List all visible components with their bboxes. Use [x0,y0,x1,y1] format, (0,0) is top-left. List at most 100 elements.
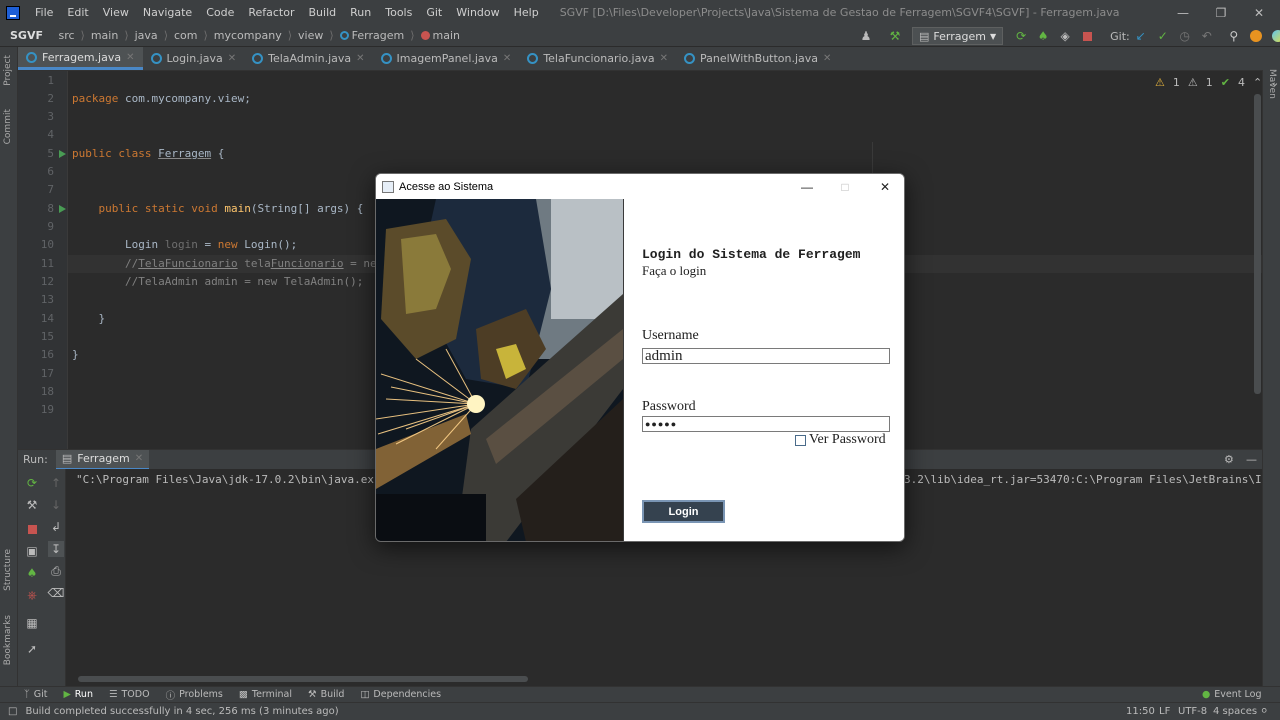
login-button[interactable]: Login [642,500,725,523]
show-password-label[interactable]: Ver Password [809,432,886,448]
close-tab-icon[interactable]: ✕ [356,53,364,64]
close-tab-icon[interactable]: ✕ [823,53,831,64]
menu-view[interactable]: View [96,0,136,25]
git-history-icon[interactable]: ◷ [1177,28,1193,44]
menu-window[interactable]: Window [449,0,506,25]
problems-tool-tab[interactable]: ⓘ Problems [166,688,223,702]
minimize-icon[interactable]: — [1164,0,1202,25]
close-icon[interactable]: ✕ [866,174,904,199]
git-rollback-icon[interactable]: ↶ [1199,28,1215,44]
menu-help[interactable]: Help [507,0,546,25]
breadcrumb-java[interactable]: java [135,29,158,42]
project-tool-button[interactable]: Project [3,55,13,86]
breadcrumb-main[interactable]: main [91,29,118,42]
build-tool-tab[interactable]: ⚒ Build [308,689,344,700]
plugins-icon[interactable] [1270,28,1280,44]
stop-icon[interactable] [1079,28,1095,44]
close-tab-icon[interactable]: ✕ [503,53,511,64]
debug-icon[interactable]: ♠ [1035,28,1051,44]
gear-icon[interactable]: ⚙ [1224,453,1234,466]
exit-icon[interactable]: ⎈ [24,587,40,603]
lock-icon[interactable]: ⚪ [1260,706,1268,717]
camera-icon[interactable]: ▣ [24,543,40,559]
tab-ferragem-java[interactable]: Ferragem.java ✕ [18,47,143,70]
pin-icon[interactable]: ➚ [24,641,40,657]
close-icon[interactable]: ✕ [1240,0,1278,25]
menu-tools[interactable]: Tools [378,0,419,25]
close-tab-icon[interactable]: ✕ [228,53,236,64]
breadcrumb-project[interactable]: SGVF [10,29,43,42]
scroll-to-end-icon[interactable]: ↧ [48,541,64,557]
maximize-icon[interactable]: ❐ [1202,0,1240,25]
updates-icon[interactable] [1248,28,1264,44]
coverage-icon[interactable]: ◈ [1057,28,1073,44]
tab-panelwithbutton-java[interactable]: PanelWithButton.java ✕ [676,47,839,70]
close-tab-icon[interactable]: ✕ [126,52,134,63]
user-icon[interactable]: ♟ [858,28,874,44]
menu-refactor[interactable]: Refactor [241,0,301,25]
dependencies-tool-tab[interactable]: ◫ Dependencies [360,689,441,700]
menu-git[interactable]: Git [419,0,449,25]
breadcrumb-com[interactable]: com [174,29,198,42]
run-class-icon[interactable] [59,150,66,158]
username-field[interactable]: admin [642,348,890,364]
event-log-tab[interactable]: ● Event Log [1202,689,1262,700]
tab-telafuncionario-java[interactable]: TelaFuncionario.java ✕ [519,47,676,70]
run-configuration-select[interactable]: ▤ Ferragem ▼ [912,27,1004,45]
status-layout-icon[interactable]: □ [8,706,17,717]
tab-telaadmin-java[interactable]: TelaAdmin.java ✕ [244,47,372,70]
run-tab-ferragem[interactable]: ▤ Ferragem ✕ [55,449,150,470]
show-password-checkbox[interactable] [795,435,806,446]
down-arrow-icon[interactable]: ↓ [48,497,64,513]
tab-imagempanel-java[interactable]: ImagemPanel.java ✕ [373,47,520,70]
breadcrumb-mycompany[interactable]: mycompany [214,29,282,42]
indent-setting[interactable]: 4 spaces [1213,706,1257,717]
menu-build[interactable]: Build [302,0,344,25]
structure-tool-button[interactable]: Structure [3,549,13,591]
menu-edit[interactable]: Edit [60,0,95,25]
chevron-up-icon[interactable]: ⌃ [1253,76,1262,89]
close-tab-icon[interactable]: ✕ [135,453,143,464]
git-tool-tab[interactable]: ᛉ Git [24,689,47,700]
rerun-icon[interactable]: ⟳ [24,475,40,491]
stop-icon[interactable] [24,521,40,537]
trash-icon[interactable]: ⌫ [48,585,65,601]
status-message[interactable]: Build completed successfully in 4 sec, 2… [25,706,338,717]
breadcrumb-view[interactable]: view [298,29,323,42]
breadcrumb-method[interactable]: main [433,29,460,42]
run-main-icon[interactable] [59,205,66,213]
tab-login-java[interactable]: Login.java ✕ [143,47,245,70]
search-icon[interactable]: ⚲ [1226,28,1242,44]
git-commit-icon[interactable]: ✓ [1155,28,1171,44]
menu-file[interactable]: File [28,0,60,25]
inspection-widget[interactable]: ⚠ 1 ⚠ 1 ✔ 4 ⌃ ⌄ [1155,76,1279,89]
breadcrumb-class[interactable]: Ferragem [352,29,405,42]
chevron-down-icon[interactable]: ⌄ [1270,76,1279,89]
commit-tool-button[interactable]: Commit [3,109,13,144]
up-arrow-icon[interactable]: ↑ [48,475,64,491]
menu-run[interactable]: Run [343,0,378,25]
editor-vertical-scrollbar[interactable] [1254,94,1261,394]
layout-icon[interactable]: ▦ [24,615,40,631]
wrench-icon[interactable]: ⚒ [24,497,40,513]
todo-tool-tab[interactable]: ☰ TODO [109,689,150,700]
debug-icon[interactable]: ♠ [24,565,40,581]
line-separator[interactable]: LF [1159,706,1170,717]
git-update-icon[interactable]: ↙ [1133,28,1149,44]
console-horizontal-scrollbar[interactable] [78,676,528,682]
password-field[interactable]: ●●●●● [642,416,890,432]
caret-position[interactable]: 11:50 [1126,706,1155,717]
hide-panel-icon[interactable]: — [1246,453,1257,466]
breadcrumb-src[interactable]: src [58,29,74,42]
run-tool-tab[interactable]: ▶ Run [63,689,93,700]
close-tab-icon[interactable]: ✕ [660,53,668,64]
minimize-icon[interactable]: — [788,174,826,199]
menu-navigate[interactable]: Navigate [136,0,199,25]
build-hammer-icon[interactable]: ⚒ [887,28,903,44]
rerun-icon[interactable]: ⟳ [1013,28,1029,44]
print-icon[interactable]: ⎙ [48,563,64,579]
menu-code[interactable]: Code [199,0,241,25]
bookmarks-tool-button[interactable]: Bookmarks [3,615,13,665]
terminal-tool-tab[interactable]: ▩ Terminal [239,689,292,700]
soft-wrap-icon[interactable]: ↲ [48,519,64,535]
